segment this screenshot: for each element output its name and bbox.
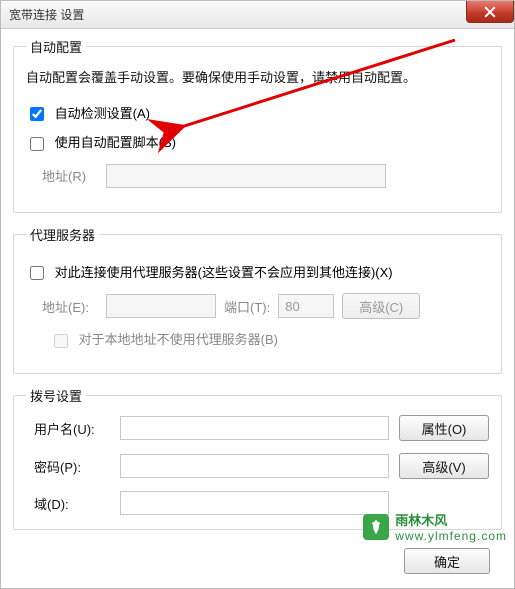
auto-script-label[interactable]: 使用自动配置脚本(S)	[55, 135, 176, 150]
watermark: 雨林木风 www.ylmfeng.com	[363, 510, 507, 543]
watermark-url: www.ylmfeng.com	[395, 529, 507, 543]
close-icon	[484, 6, 496, 18]
proxy-advanced-button[interactable]: 高级(C)	[342, 293, 420, 319]
auto-address-row: 地址(R)	[26, 164, 489, 188]
auto-detect-row: 自动检测设置(A)	[26, 103, 489, 125]
proxy-bypass-label: 对于本地地址不使用代理服务器(B)	[79, 332, 278, 347]
dial-pass-input[interactable]	[120, 454, 389, 478]
proxy-use-row: 对此连接使用代理服务器(这些设置不会应用到其他连接)(X)	[26, 262, 489, 284]
auto-config-group: 自动配置 自动配置会覆盖手动设置。要确保使用手动设置，请禁用自动配置。 自动检测…	[13, 37, 502, 213]
auto-detect-label[interactable]: 自动检测设置(A)	[55, 106, 150, 121]
titlebar: 宽带连接 设置	[1, 1, 514, 29]
proxy-bypass-checkbox[interactable]	[54, 334, 68, 348]
dial-legend: 拨号设置	[26, 386, 86, 405]
proxy-group: 代理服务器 对此连接使用代理服务器(这些设置不会应用到其他连接)(X) 地址(E…	[13, 225, 502, 374]
dial-pass-label: 密码(P):	[26, 457, 110, 476]
watermark-icon	[363, 514, 389, 540]
auto-detect-checkbox[interactable]	[30, 107, 44, 121]
proxy-use-label[interactable]: 对此连接使用代理服务器(这些设置不会应用到其他连接)(X)	[55, 265, 393, 280]
dial-advanced-button[interactable]: 高级(V)	[399, 453, 489, 479]
proxy-address-row: 地址(E): 端口(T): 高级(C)	[26, 293, 489, 319]
settings-window: 宽带连接 设置 自动配置 自动配置会覆盖手动设置。要确保使用手动设置，请禁用自动…	[0, 0, 515, 589]
auto-config-note: 自动配置会覆盖手动设置。要确保使用手动设置，请禁用自动配置。	[26, 68, 489, 89]
dialog-content: 自动配置 自动配置会覆盖手动设置。要确保使用手动设置，请禁用自动配置。 自动检测…	[1, 29, 514, 588]
proxy-port-input[interactable]	[278, 294, 334, 318]
dial-user-input[interactable]	[120, 416, 389, 440]
dial-domain-input[interactable]	[120, 491, 389, 515]
auto-script-checkbox[interactable]	[30, 137, 44, 151]
dialog-footer: 确定	[13, 542, 502, 574]
dial-group: 拨号设置 用户名(U): 属性(O) 密码(P): 高级(V) 域(D):	[13, 386, 502, 530]
dial-properties-button[interactable]: 属性(O)	[399, 415, 489, 441]
proxy-legend: 代理服务器	[26, 225, 99, 244]
proxy-address-label: 地址(E):	[26, 297, 98, 316]
ok-button[interactable]: 确定	[404, 548, 490, 574]
proxy-port-label: 端口(T):	[224, 297, 270, 316]
dial-domain-label: 域(D):	[26, 494, 110, 513]
watermark-brand: 雨林木风	[395, 510, 507, 529]
proxy-bypass-row: 对于本地地址不使用代理服务器(B)	[26, 329, 489, 351]
proxy-use-checkbox[interactable]	[30, 266, 44, 280]
auto-config-legend: 自动配置	[26, 37, 86, 56]
watermark-text: 雨林木风 www.ylmfeng.com	[395, 510, 507, 543]
window-title: 宽带连接 设置	[9, 6, 84, 23]
dial-user-label: 用户名(U):	[26, 419, 110, 438]
leaf-icon	[367, 518, 385, 536]
proxy-address-input[interactable]	[106, 294, 216, 318]
close-button[interactable]	[466, 1, 514, 23]
auto-script-row: 使用自动配置脚本(S)	[26, 132, 489, 154]
auto-address-label: 地址(R)	[26, 166, 98, 185]
dial-grid: 用户名(U): 属性(O) 密码(P): 高级(V) 域(D):	[26, 415, 489, 515]
auto-address-input[interactable]	[106, 164, 386, 188]
